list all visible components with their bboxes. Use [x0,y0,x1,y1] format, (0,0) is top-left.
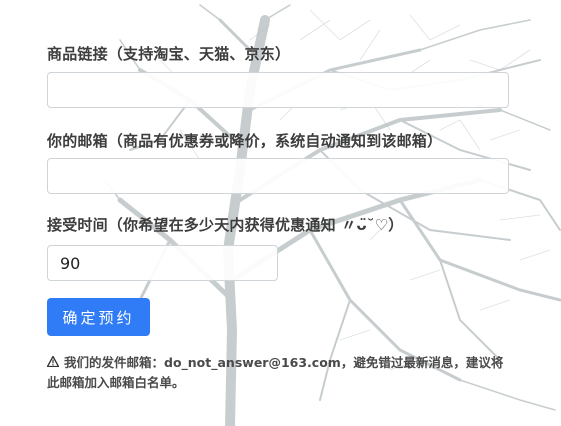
days-input[interactable] [47,245,278,281]
product-link-label: 商品链接（支持淘宝、天猫、京东） [47,45,291,63]
email-label: 你的邮箱（商品有优惠券或降价，系统自动通知到该邮箱） [47,132,443,150]
notice-text: 我们的发件邮箱：do_not_answer@163.com，避免错过最新消息，建… [47,355,504,390]
submit-reservation-button[interactable]: 确定预约 [47,298,150,336]
warning-icon [46,353,61,373]
time-label: 接受时间（你希望在多少天内获得优惠通知 〃ᴗ̈˘♡） [47,216,404,234]
sender-email-notice: 我们的发件邮箱：do_not_answer@163.com，避免错过最新消息，建… [46,353,513,393]
email-input[interactable] [47,158,509,194]
product-link-input[interactable] [47,72,509,108]
